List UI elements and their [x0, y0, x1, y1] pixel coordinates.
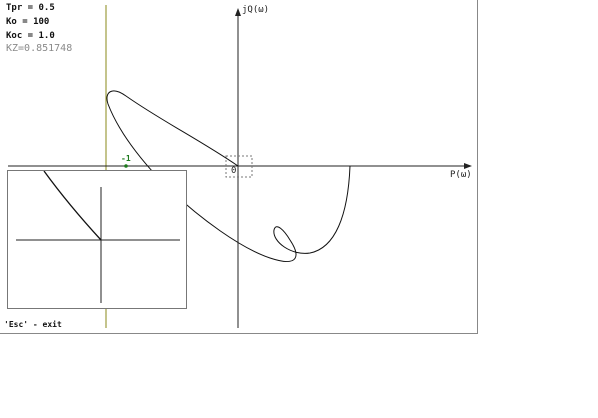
real-axis-arrow	[464, 163, 472, 169]
inset-curve	[43, 170, 102, 241]
param-kz: KZ=0.851748	[6, 43, 73, 54]
param-koc: Koc = 1.0	[6, 31, 55, 41]
real-axis-label: P(ω)	[450, 170, 472, 180]
zoom-inset	[7, 170, 187, 309]
param-tpr: Tpr = 0.5	[6, 3, 55, 13]
imaginary-axis-label: jQ(ω)	[242, 5, 270, 15]
critical-point-label: -1	[121, 154, 131, 163]
param-ko: Ko = 100	[6, 17, 50, 27]
origin-label: 0	[231, 166, 237, 176]
imaginary-axis-arrow	[235, 8, 241, 16]
critical-point-marker	[124, 164, 128, 168]
plot-window: Tpr = 0.5 Ko = 100 Koc = 1.0 KZ=0.851748…	[0, 0, 478, 334]
zoom-inset-plot	[16, 170, 180, 303]
exit-hint: 'Esc' - exit	[4, 320, 62, 329]
